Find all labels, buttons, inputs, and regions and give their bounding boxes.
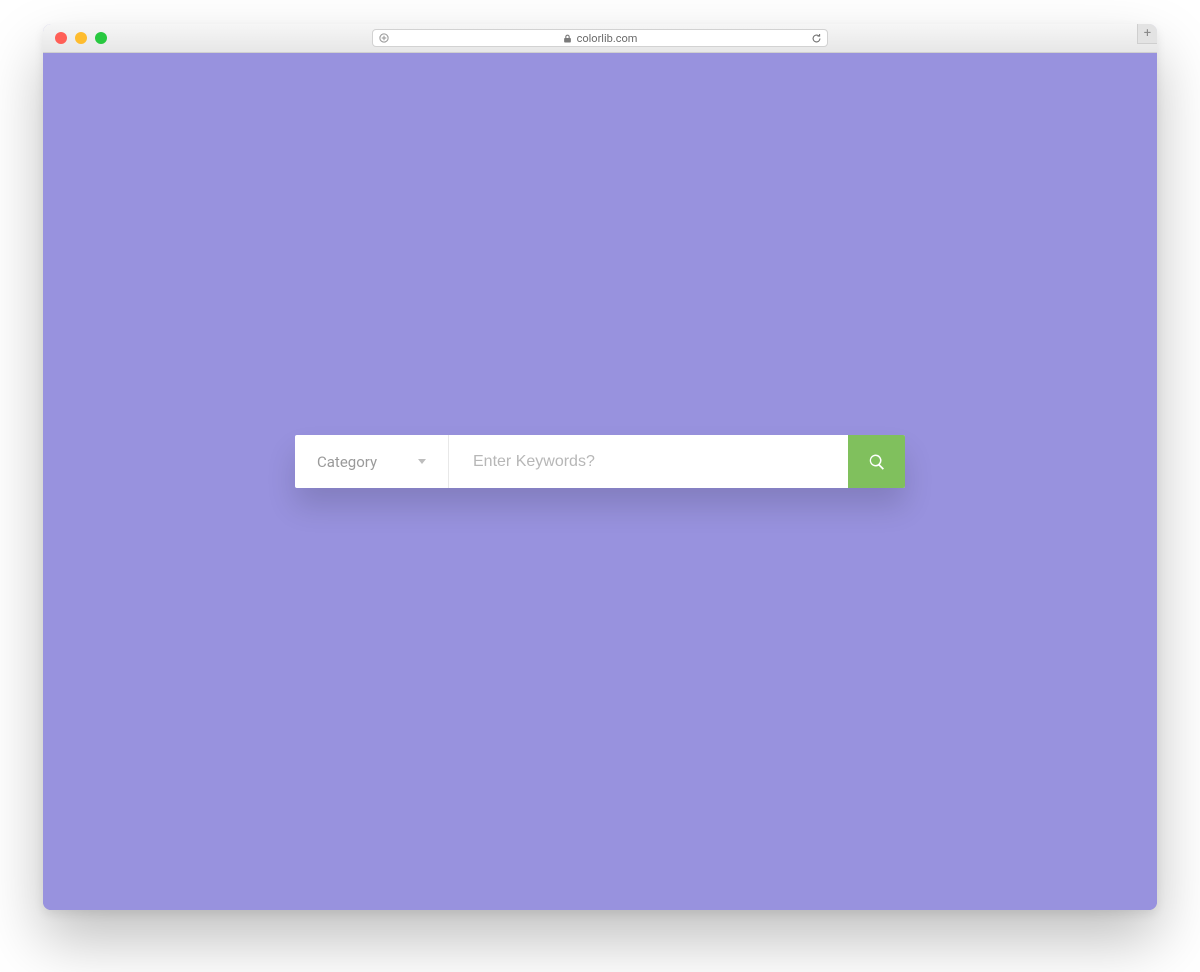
- browser-window: colorlib.com + Category: [43, 24, 1157, 910]
- page-content: Category: [43, 53, 1157, 910]
- refresh-button[interactable]: [805, 33, 827, 44]
- lock-icon: [563, 34, 572, 43]
- refresh-icon: [811, 33, 822, 44]
- search-icon: [868, 453, 886, 471]
- close-window-button[interactable]: [55, 32, 67, 44]
- titlebar: colorlib.com +: [43, 24, 1157, 53]
- traffic-lights: [43, 32, 107, 44]
- chevron-down-icon: [418, 459, 426, 464]
- reader-icon: [378, 32, 390, 44]
- address-bar[interactable]: colorlib.com: [372, 29, 828, 47]
- address-bar-content: colorlib.com: [395, 32, 805, 45]
- minimize-window-button[interactable]: [75, 32, 87, 44]
- maximize-window-button[interactable]: [95, 32, 107, 44]
- category-select[interactable]: Category: [295, 435, 449, 488]
- keywords-field-wrap: [449, 435, 848, 488]
- search-button[interactable]: [848, 435, 905, 488]
- category-label: Category: [317, 453, 377, 471]
- search-bar: Category: [295, 435, 905, 488]
- address-text: colorlib.com: [577, 32, 638, 45]
- keywords-input[interactable]: [449, 435, 848, 488]
- plus-icon: +: [1144, 26, 1151, 41]
- new-tab-button[interactable]: +: [1137, 24, 1157, 44]
- reader-mode-button[interactable]: [373, 32, 395, 44]
